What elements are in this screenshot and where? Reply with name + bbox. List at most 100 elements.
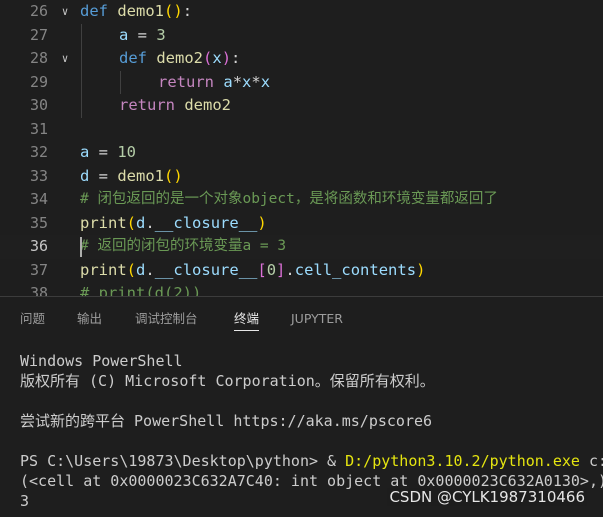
code-comment: # 闭包返回的是一个对象object，是将函数和环境变量都返回了 <box>80 191 498 207</box>
indent-guide <box>81 70 82 94</box>
code-colon: : <box>231 49 241 67</box>
code-function-name: demo2 <box>184 96 232 114</box>
code-operator: = <box>128 25 157 44</box>
code-paren: ) <box>173 166 183 185</box>
code-attribute: __closure__ <box>154 213 258 232</box>
code-line-38[interactable]: 38 # print(d(2)) <box>0 282 603 296</box>
terminal-line: Windows PowerShell <box>20 352 183 370</box>
code-paren: ( <box>164 2 174 20</box>
code-line-36-current[interactable]: 36 # 返回的闭包的环境变量a = 3 <box>0 235 603 259</box>
code-operator: = <box>89 166 118 185</box>
line-number: 31 <box>29 119 48 138</box>
code-paren: ) <box>416 260 426 279</box>
code-keyword: return <box>158 72 214 91</box>
code-paren: ( <box>126 260 137 279</box>
line-number: 37 <box>29 260 48 279</box>
code-editor[interactable]: 26 ∨ def demo1(): 27 a = 3 28 ∨ def demo… <box>0 0 603 296</box>
code-keyword: return <box>119 96 175 114</box>
indent-guide <box>81 23 82 47</box>
code-variable: d <box>136 213 146 232</box>
code-line-30[interactable]: 30 return demo2 <box>0 94 603 118</box>
code-variable: x <box>260 72 271 91</box>
code-function-name: demo1 <box>117 166 165 185</box>
fold-chevron-icon[interactable]: ∨ <box>58 0 72 24</box>
code-line-32[interactable]: 32 a = 10 <box>0 141 603 165</box>
tab-output[interactable]: 输出 <box>77 308 102 330</box>
code-text: d = demo1() <box>80 165 183 189</box>
code-number: 0 <box>266 260 277 279</box>
code-comment: # 返回的闭包的环境变量a = 3 <box>80 238 287 254</box>
code-variable: d <box>80 166 90 185</box>
code-line-28[interactable]: 28 ∨ def demo2(x): <box>0 47 603 71</box>
line-number: 27 <box>29 25 48 44</box>
terminal-python-exe: D:/python3.10.2/python.exe <box>345 452 580 470</box>
code-operator: * <box>251 72 261 91</box>
code-line-29[interactable]: 29 return a*x*x <box>0 70 603 95</box>
code-text: print(d.__closure__[0].cell_contents) <box>80 259 425 283</box>
line-number: 26 <box>29 2 48 20</box>
code-text: def demo1(): <box>80 0 192 24</box>
code-paren: ) <box>173 2 183 20</box>
code-dot: . <box>145 213 155 232</box>
code-bracket: ] <box>276 260 286 279</box>
tab-debug-console[interactable]: 调试控制台 <box>135 308 198 330</box>
code-line-33[interactable]: 33 d = demo1() <box>0 165 603 189</box>
bottom-panel: 问题 输出 调试控制台 终端 JUPYTER Windows PowerShel… <box>0 296 603 517</box>
code-dot: . <box>145 260 155 279</box>
code-paren: ( <box>164 166 174 185</box>
code-function-name: print <box>80 260 127 279</box>
line-number: 33 <box>29 166 48 185</box>
code-variable: d <box>136 260 146 279</box>
code-variable: a <box>80 143 90 161</box>
code-text: return a*x*x <box>158 71 270 95</box>
line-number: 36 <box>29 237 48 255</box>
code-line-35[interactable]: 35 print(d.__closure__) <box>0 212 603 236</box>
watermark: CSDN @CYLK1987310466 <box>387 488 587 506</box>
code-variable: a <box>223 72 233 91</box>
code-line-27[interactable]: 27 a = 3 <box>0 23 603 47</box>
tab-jupyter[interactable]: JUPYTER <box>291 308 343 330</box>
indent-guide <box>81 47 82 71</box>
line-number: 32 <box>29 143 48 161</box>
code-variable: x <box>242 72 252 91</box>
code-paren: ) <box>221 49 232 67</box>
tab-terminal[interactable]: 终端 <box>234 308 260 331</box>
code-attribute: cell_contents <box>294 260 417 279</box>
line-number: 30 <box>29 96 48 114</box>
code-paren: ) <box>257 213 267 232</box>
code-colon: : <box>182 2 193 20</box>
line-number: 34 <box>29 190 48 208</box>
code-line-31[interactable]: 31 <box>0 118 603 142</box>
code-paren: ( <box>203 49 213 67</box>
indent-guide <box>120 70 121 94</box>
code-keyword: def <box>119 49 147 67</box>
code-function-name: demo1 <box>117 2 165 20</box>
terminal-output[interactable]: Windows PowerShell 版权所有 (C) Microsoft Co… <box>20 351 603 511</box>
code-text: def demo2(x): <box>119 47 240 71</box>
code-line-37[interactable]: 37 print(d.__closure__[0].cell_contents) <box>0 259 603 283</box>
code-function-name: demo2 <box>156 49 204 67</box>
code-keyword: def <box>80 2 108 20</box>
text-cursor <box>80 237 82 257</box>
tab-problems[interactable]: 问题 <box>20 308 45 330</box>
code-text: print(d.__closure__) <box>80 212 267 236</box>
code-bracket: [ <box>257 260 267 279</box>
code-line-26[interactable]: 26 ∨ def demo1(): <box>0 0 603 24</box>
code-comment: # print(d(2)) <box>80 284 202 296</box>
code-operator: * <box>232 72 243 91</box>
line-number: 28 <box>29 49 48 67</box>
code-text: a = 10 <box>80 141 136 165</box>
code-function-name: print <box>80 213 127 232</box>
indent-guide <box>81 94 82 118</box>
code-number: 3 <box>156 25 166 44</box>
panel-tabs: 问题 输出 调试控制台 终端 JUPYTER <box>0 297 603 337</box>
terminal-command-line: PS C:\Users\19873\Desktop\python> & D:/p… <box>20 451 603 471</box>
code-text: return demo2 <box>119 94 231 118</box>
code-parameter: x <box>212 49 222 67</box>
code-line-34[interactable]: 34 # 闭包返回的是一个对象object，是将函数和环境变量都返回了 <box>0 188 603 212</box>
fold-chevron-icon[interactable]: ∨ <box>58 47 72 71</box>
terminal-command-rest: c: <box>588 452 603 470</box>
terminal-prompt: PS C:\Users\19873\Desktop\python> & <box>20 452 346 470</box>
